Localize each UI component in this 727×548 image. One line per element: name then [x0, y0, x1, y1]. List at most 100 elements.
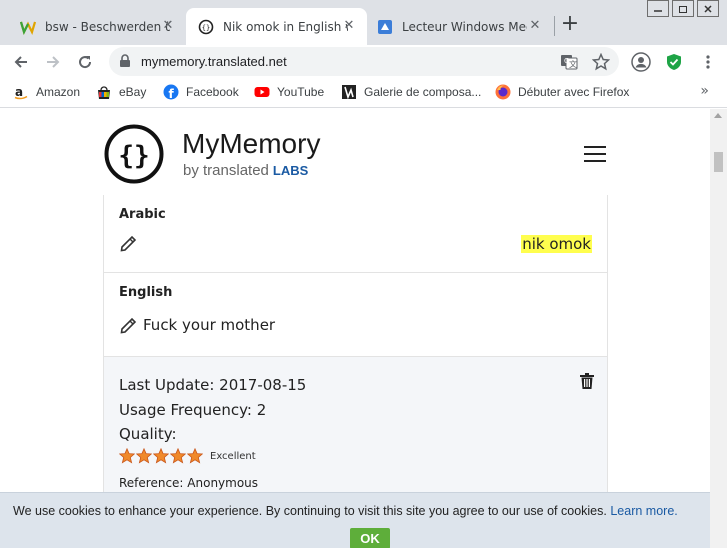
target-text: Fuck your mother: [143, 316, 276, 334]
profile-button[interactable]: [629, 50, 653, 74]
bookmark-youtube[interactable]: YouTube: [254, 84, 324, 100]
profile-icon: [631, 52, 651, 72]
svg-text:{}: {}: [118, 141, 149, 171]
firefox-icon: [495, 84, 511, 100]
mymemory-favicon: {}: [198, 19, 214, 34]
kebab-menu-icon: [706, 55, 710, 69]
source-language: Arabic: [119, 207, 166, 222]
tab-title: bsw - Beschwerden über: [45, 19, 170, 34]
scroll-up-arrow-icon[interactable]: [714, 113, 722, 118]
cookie-banner: We use cookies to enhance your experienc…: [0, 492, 710, 548]
bookmark-label: Débuter avec Firefox: [518, 85, 630, 99]
bookmark-label: Facebook: [186, 85, 239, 99]
back-arrow-icon: [14, 56, 27, 68]
tab-mymemory[interactable]: {} Nik omok in English w ✕: [186, 8, 367, 45]
brand-name[interactable]: MyMemory: [182, 128, 320, 160]
media-player-favicon: [378, 19, 392, 34]
minimize-icon: [654, 9, 662, 12]
restore-button[interactable]: [672, 0, 694, 17]
tab-separator: [554, 16, 555, 36]
bookmark-ebay[interactable]: eBay: [96, 84, 146, 100]
tab-bsw[interactable]: bsw - Beschwerden über ✕: [0, 8, 186, 45]
star-icon: [170, 448, 186, 464]
extension-button[interactable]: [662, 50, 686, 74]
cookie-text: We use cookies to enhance your experienc…: [13, 504, 607, 518]
bookmark-gallery[interactable]: Galerie de composa...: [341, 84, 481, 100]
quality-word: Excellent: [210, 450, 256, 462]
facebook-icon: f: [163, 84, 179, 100]
site-header: {} MyMemory by translated LABS: [0, 109, 710, 195]
close-icon[interactable]: ✕: [341, 18, 357, 34]
bookmark-label: YouTube: [277, 85, 325, 99]
shield-icon: [667, 54, 681, 70]
star-icon: [119, 448, 135, 464]
reload-button[interactable]: [73, 50, 97, 74]
close-icon[interactable]: ✕: [160, 18, 176, 34]
hamburger-menu-icon[interactable]: [584, 146, 606, 163]
star-icon: [153, 448, 169, 464]
tab-media-player[interactable]: Lecteur Windows Med ✕: [367, 8, 553, 45]
back-button[interactable]: [9, 50, 33, 74]
translate-icon[interactable]: G 文: [560, 53, 578, 71]
more-bookmarks-button[interactable]: »: [700, 83, 709, 99]
bookmarks-bar: a Amazon eBay f Facebook YouTube Galerie…: [0, 78, 727, 108]
amazon-icon: a: [14, 85, 28, 100]
svg-text:文: 文: [569, 59, 577, 69]
quality-stars: Excellent: [119, 448, 256, 464]
tab-title: Nik omok in English w: [223, 19, 348, 34]
source-text: nik omok: [521, 235, 592, 253]
learn-more-link[interactable]: Learn more.: [610, 504, 677, 518]
star-icon: [187, 448, 203, 464]
pencil-icon[interactable]: [119, 233, 139, 253]
lock-icon: [120, 54, 130, 67]
star-icon: [136, 448, 152, 464]
svg-text:f: f: [169, 87, 175, 100]
brand-tagline: by translated LABS: [183, 162, 308, 179]
new-tab-button[interactable]: +: [560, 13, 580, 35]
close-icon: [704, 4, 712, 13]
bsw-favicon: [20, 21, 36, 35]
svg-text:{}: {}: [202, 24, 210, 32]
source-segment: Arabic nik omok: [103, 195, 608, 273]
target-language: English: [119, 285, 173, 300]
quality-label: Quality:: [119, 425, 177, 443]
brand-sub-text: by translated: [183, 162, 269, 179]
bookmark-label: Amazon: [36, 85, 81, 99]
address-bar[interactable]: mymemory.translated.net G 文: [109, 47, 619, 76]
trash-icon[interactable]: [579, 372, 595, 390]
ebay-icon: [98, 86, 110, 99]
close-window-button[interactable]: [697, 0, 719, 17]
forward-button[interactable]: [41, 50, 65, 74]
last-update: Last Update: 2017-08-15: [119, 376, 307, 394]
brand-labs: LABS: [272, 163, 309, 178]
window-controls: [647, 0, 719, 17]
tab-title: Lecteur Windows Med: [402, 19, 527, 34]
scroll-thumb[interactable]: [714, 152, 723, 172]
forward-arrow-icon: [47, 56, 60, 68]
usage-frequency: Usage Frequency: 2: [119, 401, 267, 419]
reload-icon: [79, 56, 92, 69]
reference: Reference: Anonymous: [119, 476, 259, 490]
page-viewport: {} MyMemory by translated LABS Arabic nik…: [0, 109, 727, 548]
bookmark-label: eBay: [119, 85, 147, 99]
close-icon[interactable]: ✕: [527, 18, 543, 34]
bookmark-star-icon[interactable]: [592, 53, 610, 71]
bookmark-facebook[interactable]: f Facebook: [163, 84, 239, 100]
bookmark-amazon[interactable]: a Amazon: [13, 84, 80, 100]
page-scrollbar[interactable]: [710, 109, 727, 548]
restore-icon: [679, 5, 687, 13]
pencil-icon[interactable]: [119, 315, 139, 335]
mymemory-logo-icon[interactable]: {}: [104, 124, 164, 184]
minimize-button[interactable]: [647, 0, 669, 17]
gallery-icon: [342, 85, 356, 100]
menu-button[interactable]: [696, 50, 720, 74]
bookmark-firefox[interactable]: Débuter avec Firefox: [495, 84, 629, 100]
cookie-message: We use cookies to enhance your experienc…: [13, 504, 678, 518]
url-text: mymemory.translated.net: [141, 54, 287, 69]
youtube-icon: [254, 87, 270, 97]
tab-strip: bsw - Beschwerden über ✕ {} Nik omok in …: [0, 0, 727, 45]
svg-text:a: a: [15, 85, 23, 99]
cookie-ok-button[interactable]: OK: [350, 528, 390, 548]
browser-toolbar: mymemory.translated.net G 文: [0, 45, 727, 78]
target-segment: English Fuck your mother: [103, 273, 608, 357]
